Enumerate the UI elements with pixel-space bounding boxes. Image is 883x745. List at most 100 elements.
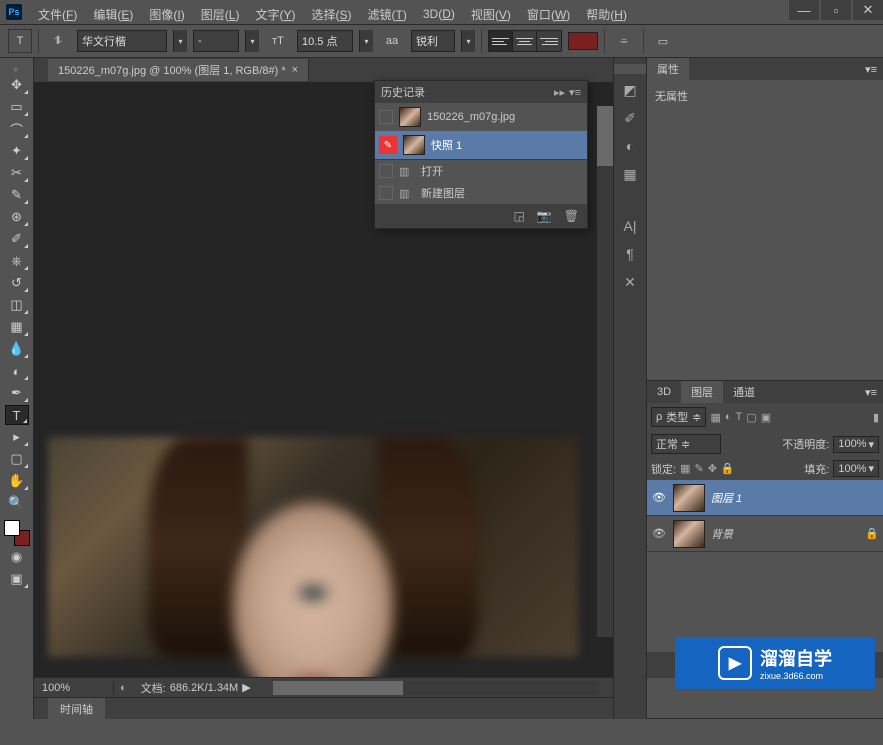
close-button[interactable]: ✕ [853, 0, 883, 20]
filter-smart-icon[interactable]: ▣ [761, 411, 771, 424]
warp-text-button[interactable]: ⌯ [611, 30, 637, 52]
history-step-checkbox[interactable] [379, 186, 393, 200]
maximize-button[interactable]: ▫ [821, 0, 851, 20]
tab-channels[interactable]: 通道 [723, 381, 765, 403]
menu-image[interactable]: 图像(I) [141, 4, 192, 25]
path-selection-tool[interactable]: ▸ [5, 427, 29, 447]
crop-tool[interactable]: ✂ [5, 163, 29, 183]
font-size-arrow[interactable]: ▾ [359, 30, 373, 52]
history-brush-tool[interactable]: ↺ [5, 273, 29, 293]
layer-name[interactable]: 图层 1 [711, 490, 742, 506]
filter-type-icon[interactable]: T [736, 411, 743, 423]
history-panel-header[interactable]: 历史记录 ▸▸ ▾≡ [375, 81, 587, 103]
strip-handle[interactable] [614, 64, 646, 74]
menu-layer[interactable]: 图层(L) [193, 4, 248, 25]
lock-position-icon[interactable]: ✥ [708, 462, 717, 475]
filter-pixel-icon[interactable]: ▦ [710, 411, 720, 424]
eyedropper-tool[interactable]: ✎ [5, 185, 29, 205]
zoom-tool[interactable]: 🔍 [5, 493, 29, 513]
menu-window[interactable]: 窗口(W) [519, 4, 578, 25]
layer-filter-dropdown[interactable]: ρ 类型 ≑ [651, 407, 706, 427]
tools-panel-icon[interactable]: ✕ [618, 270, 642, 294]
paragraph-panel-icon[interactable]: ¶ [618, 242, 642, 266]
history-snapshot-row[interactable]: 150226_m07g.jpg [375, 103, 587, 131]
font-size-dropdown[interactable]: 10.5 点 [297, 30, 353, 52]
eraser-tool[interactable]: ◫ [5, 295, 29, 315]
zoom-level[interactable]: 100% [34, 682, 114, 694]
history-collapse-icon[interactable]: ▸▸ [554, 86, 565, 99]
layer-name[interactable]: 背景 [711, 526, 733, 542]
character-panel-button[interactable]: ▭ [650, 30, 676, 52]
properties-tab[interactable]: 属性 [647, 58, 689, 80]
stamp-tool[interactable]: ⎈ [5, 251, 29, 271]
filter-toggle[interactable]: ▮ [873, 411, 879, 424]
lock-all-icon[interactable]: 🔒 [721, 462, 735, 475]
document-size-info[interactable]: 文档:686.2K/1.34M ▶ [133, 680, 259, 696]
history-panel[interactable]: 历史记录 ▸▸ ▾≡ 150226_m07g.jpg ✎ 快照 1 ▥ 打开 ▥… [374, 80, 588, 229]
antialias-arrow[interactable]: ▾ [461, 30, 475, 52]
foreground-color[interactable] [4, 520, 20, 536]
font-family-arrow[interactable]: ▾ [173, 30, 187, 52]
opacity-input[interactable]: 100% ▾ [833, 436, 879, 453]
font-style-arrow[interactable]: ▾ [245, 30, 259, 52]
layers-panel-menu[interactable]: ▾≡ [859, 386, 883, 399]
align-right-button[interactable] [537, 31, 561, 51]
document-tab[interactable]: 150226_m07g.jpg @ 100% (图层 1, RGB/8#) * … [48, 59, 309, 81]
horizontal-scroll-thumb[interactable] [273, 681, 404, 695]
history-brush-source-icon[interactable]: ✎ [379, 136, 397, 154]
hand-tool[interactable]: ✋ [5, 471, 29, 491]
antialias-dropdown[interactable]: 锐利 [411, 30, 455, 52]
layer-thumbnail[interactable] [673, 484, 705, 512]
vertical-scrollbar[interactable] [597, 106, 613, 637]
menu-help[interactable]: 帮助(H) [578, 4, 635, 25]
create-document-icon[interactable]: ◲ [513, 209, 524, 223]
menu-view[interactable]: 视图(V) [463, 4, 519, 25]
styles-panel-icon[interactable]: ▦ [618, 162, 642, 186]
new-snapshot-icon[interactable]: 📷 [537, 209, 552, 223]
font-family-dropdown[interactable]: 华文行楷 [77, 30, 167, 52]
quick-mask-toggle[interactable]: ◉ [5, 547, 29, 567]
character-panel-icon[interactable]: A| [618, 214, 642, 238]
move-tool[interactable]: ✥ [5, 75, 29, 95]
history-step[interactable]: ▥ 新建图层 [375, 182, 587, 204]
text-orientation-toggle[interactable]: ⥮ [45, 30, 71, 52]
color-picker[interactable] [4, 520, 30, 546]
layer-visibility-toggle[interactable]: 👁 [651, 491, 667, 504]
document-tab-close[interactable]: × [292, 64, 298, 76]
marquee-tool[interactable]: ▭ [5, 97, 29, 117]
lock-transparency-icon[interactable]: ▦ [680, 462, 690, 475]
menu-select[interactable]: 选择(S) [303, 4, 359, 25]
lock-pixels-icon[interactable]: ✎ [694, 462, 703, 475]
menu-edit[interactable]: 编辑(E) [85, 4, 141, 25]
menu-file[interactable]: 文件(F) [30, 4, 85, 25]
menu-filter[interactable]: 滤镜(T) [360, 4, 415, 25]
align-center-button[interactable] [513, 31, 537, 51]
dodge-tool[interactable]: ◐ [5, 361, 29, 381]
menu-type[interactable]: 文字(Y) [247, 4, 303, 25]
color-panel-icon[interactable]: ◩ [618, 78, 642, 102]
layer-visibility-toggle[interactable]: 👁 [651, 527, 667, 540]
history-snapshot-row[interactable]: ✎ 快照 1 [375, 131, 587, 159]
blend-mode-dropdown[interactable]: 正常 ≑ [651, 434, 721, 454]
snapshot-checkbox[interactable] [379, 110, 393, 124]
horizontal-scrollbar[interactable] [273, 681, 599, 695]
adjustments-panel-icon[interactable]: ◐ [618, 134, 642, 158]
tab-3d[interactable]: 3D [647, 383, 681, 401]
magic-wand-tool[interactable]: ✦ [5, 141, 29, 161]
minimize-button[interactable]: — [789, 0, 819, 20]
status-icon[interactable]: ◐ [114, 682, 133, 694]
type-tool[interactable]: T [5, 405, 29, 425]
screen-mode-button[interactable]: ▣ [5, 569, 29, 589]
timeline-tab[interactable]: 时间轴 [48, 698, 105, 720]
healing-brush-tool[interactable]: ⊛ [5, 207, 29, 227]
tool-preset-picker[interactable]: T [8, 29, 32, 53]
vertical-scroll-thumb[interactable] [597, 106, 613, 166]
gradient-tool[interactable]: ▦ [5, 317, 29, 337]
toolbox-handle[interactable] [0, 64, 33, 74]
layer-item[interactable]: 👁 背景 🔒 [647, 516, 883, 552]
properties-panel-menu[interactable]: ▾≡ [859, 63, 883, 76]
align-left-button[interactable] [489, 31, 513, 51]
history-step[interactable]: ▥ 打开 [375, 160, 587, 182]
text-color-swatch[interactable] [568, 32, 598, 50]
lasso-tool[interactable]: ⌒ [5, 119, 29, 139]
